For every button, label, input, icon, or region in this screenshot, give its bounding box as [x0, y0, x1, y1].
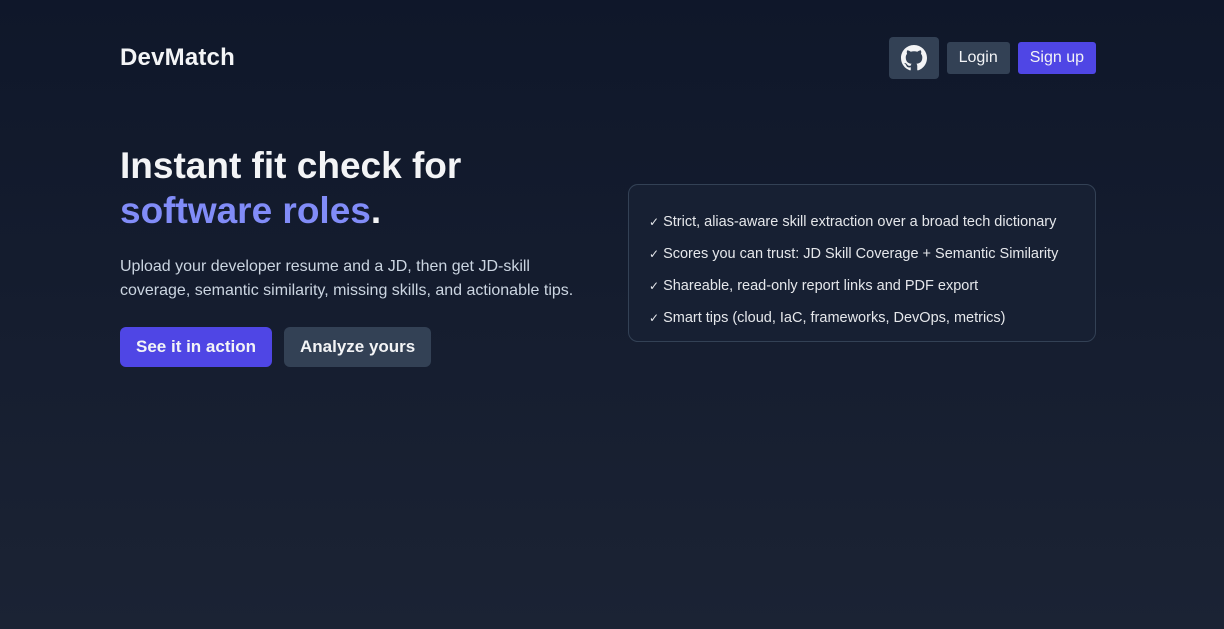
feature-item: ✓ Strict, alias-aware skill extraction o… [649, 206, 1075, 238]
check-icon: ✓ [649, 279, 660, 293]
github-button[interactable] [888, 37, 939, 79]
nav-actions: Login Sign up [888, 37, 1096, 79]
headline-accent: software roles [120, 190, 371, 231]
feature-item: ✓ Smart tips (cloud, IaC, frameworks, De… [649, 302, 1075, 334]
login-button[interactable]: Login [946, 42, 1010, 74]
signup-button[interactable]: Sign up [1017, 42, 1096, 74]
analyze-yours-button[interactable]: Analyze yours [283, 327, 432, 367]
feature-item: ✓ Scores you can trust: JD Skill Coverag… [649, 238, 1075, 270]
feature-item: ✓ Shareable, read-only report links and … [649, 270, 1075, 302]
check-icon: ✓ [649, 215, 660, 229]
feature-text: Shareable, read-only report links and PD… [663, 278, 979, 294]
top-nav: DevMatch Login Sign up [120, 37, 1096, 79]
hero-actions: See it in action Analyze yours [120, 327, 590, 367]
github-icon [900, 45, 927, 71]
check-icon: ✓ [649, 311, 660, 325]
feature-text: Strict, alias-aware skill extraction ove… [663, 214, 1057, 230]
check-icon: ✓ [649, 247, 660, 261]
see-in-action-button[interactable]: See it in action [120, 327, 272, 367]
feature-text: Smart tips (cloud, IaC, frameworks, DevO… [663, 310, 1006, 326]
hero-subtitle: Upload your developer resume and a JD, t… [120, 258, 574, 299]
hero: Instant fit check for software roles. Up… [120, 143, 590, 367]
logo[interactable]: DevMatch [120, 44, 235, 72]
headline-line1: Instant fit check for [120, 145, 462, 186]
feature-text: Scores you can trust: JD Skill Coverage … [663, 246, 1059, 262]
features-card: ✓ Strict, alias-aware skill extraction o… [628, 184, 1096, 342]
hero-headline: Instant fit check for software roles. [120, 143, 590, 233]
headline-period: . [370, 190, 382, 231]
